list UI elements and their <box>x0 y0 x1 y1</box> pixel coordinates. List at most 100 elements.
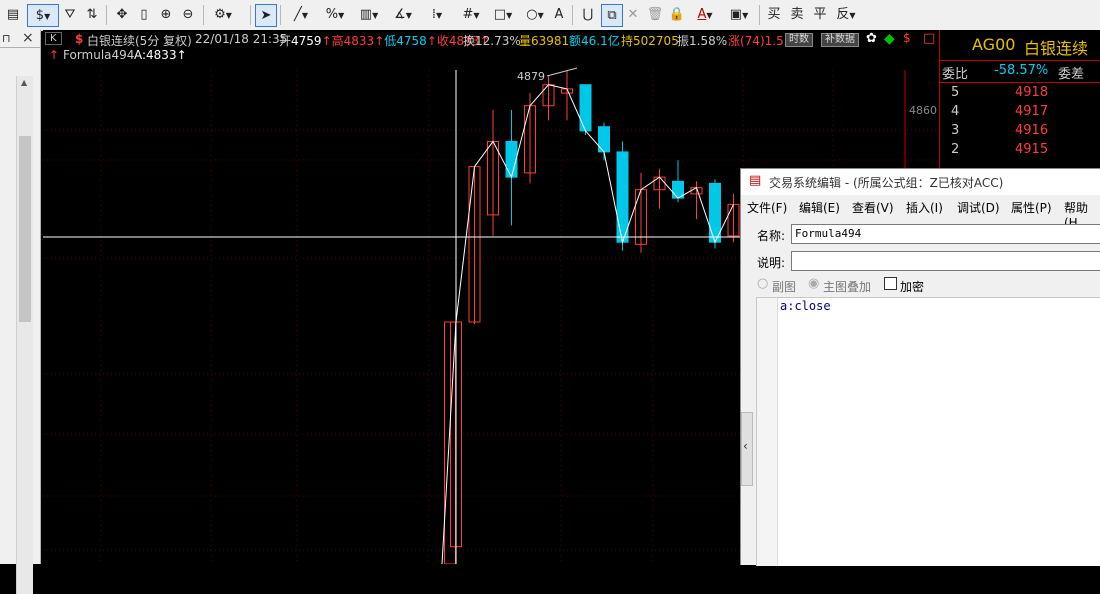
dollar-mark-icon[interactable]: $ <box>903 31 911 45</box>
ellipse-tool-button[interactable]: ○▼ <box>520 4 550 25</box>
gear-icon: ⚙ <box>214 7 226 22</box>
reverse-button[interactable]: 反▼ <box>833 4 859 25</box>
high-value: 4833 <box>343 34 375 48</box>
sort-icon[interactable]: ⇅ <box>83 4 101 25</box>
amp-label: 振 <box>677 34 690 48</box>
bar-icon[interactable]: ▯ <box>136 4 152 25</box>
separator <box>280 5 281 25</box>
name-label: 名称: <box>757 229 786 243</box>
line-tool-button[interactable]: ╱▼ <box>286 4 316 25</box>
order-level: 2 4915 <box>940 141 1100 160</box>
trash-icon[interactable]: 🗑 <box>646 4 664 25</box>
symbol-mark: $ <box>75 32 84 46</box>
grid-icon: # <box>462 7 474 22</box>
name-input[interactable]: Formula494 <box>791 224 1100 244</box>
menu-debug[interactable]: 调试(D) <box>957 199 1000 216</box>
angle-tool-button[interactable]: ∡▼ <box>388 4 418 25</box>
ohlc-info: 开4759↑高4833↑低4758↑收4833↑ <box>279 34 490 48</box>
close-label: 收 <box>436 34 449 48</box>
fib-tool-button[interactable]: ⁞▼ <box>422 4 452 25</box>
low-value: 4758 <box>396 34 427 48</box>
collapse-handle[interactable]: ‹ <box>741 412 753 486</box>
turnover-label: 换 <box>463 34 476 48</box>
chevron-down-icon: ▼ <box>225 11 232 20</box>
formula-value-text: A:4833 <box>134 48 177 62</box>
chevron-down-icon: ▼ <box>338 11 345 20</box>
settings-icon[interactable]: ✿ <box>866 31 877 46</box>
open-value: 4759 <box>291 34 322 48</box>
filter-icon[interactable]: ⛛ <box>61 4 79 25</box>
separator <box>759 5 760 25</box>
chevron-down-icon: ▼ <box>435 11 443 20</box>
level-number: 3 <box>951 123 960 138</box>
change-label: 涨 <box>728 34 741 48</box>
left-panel: ⊓ × ▲ <box>0 30 41 594</box>
toolbar: ▤ $▼ ⛛ ⇅ ✥ ▯ ⊕ ⊖ ⚙▼ ➤ ╱▼ %▼ ▥▼ ∡▼ ⁞▼ #▼ … <box>0 0 1100 31</box>
buy-button[interactable]: 买 <box>765 4 783 25</box>
low-label: 低 <box>384 34 397 48</box>
kline-toggle-button[interactable]: K <box>45 32 62 45</box>
scrollbar-thumb[interactable] <box>19 136 31 322</box>
volume-info: 量63981 <box>519 32 569 49</box>
ruler-icon: ▥ <box>359 7 373 22</box>
level-number: 5 <box>951 85 960 100</box>
radio-main-overlay[interactable]: ◉ <box>808 276 819 291</box>
candle-body <box>579 84 592 132</box>
order-level: 3 4916 <box>940 122 1100 141</box>
code-editor[interactable]: a:close <box>756 297 1100 566</box>
move-icon[interactable]: ✥ <box>112 4 132 25</box>
menu-insert[interactable]: 插入(I) <box>906 199 943 216</box>
window-icon[interactable]: □ <box>923 31 935 46</box>
description-input[interactable] <box>791 251 1100 271</box>
percent-tool-button[interactable]: %▼ <box>320 4 350 25</box>
main-overlay-label: 主图叠加 <box>823 280 872 294</box>
dollar-dropdown-button[interactable]: $▼ <box>27 4 59 27</box>
separator <box>203 5 204 25</box>
menu-property[interactable]: 属性(P) <box>1011 199 1052 216</box>
magnet-icon[interactable]: ⋃ <box>578 4 598 25</box>
menu-file[interactable]: 文件(F) <box>747 199 787 216</box>
ruler-tool-button[interactable]: ▥▼ <box>354 4 384 25</box>
text-tool-icon[interactable]: A <box>551 4 567 25</box>
chevron-up-icon[interactable]: ▲ <box>21 78 27 87</box>
line-icon: ╱ <box>294 7 302 22</box>
code-text[interactable]: a:close <box>780 299 831 313</box>
menu-view[interactable]: 查看(V) <box>852 199 894 216</box>
rect-tool-button[interactable]: □▼ <box>488 4 518 25</box>
lock-icon[interactable]: 🔒 <box>668 4 686 25</box>
close-icon[interactable]: × <box>22 30 34 46</box>
scrollbar[interactable]: ▲ <box>16 76 33 594</box>
chevron-down-icon: ▼ <box>537 11 544 20</box>
fill-data-button[interactable]: 补数据 <box>821 33 859 47</box>
cursor-icon[interactable]: ➤ <box>255 4 277 27</box>
settings-dropdown-button[interactable]: ⚙▼ <box>208 4 238 25</box>
save-dropdown-button[interactable]: ▣▼ <box>724 4 754 25</box>
dialog-titlebar[interactable]: ▤ 交易系统编辑 - (所属公式组：Z已核对ACC) <box>741 169 1100 195</box>
formula-value: A:4833↑ <box>134 48 187 62</box>
chevron-left-icon: ‹ <box>743 439 748 453</box>
menu-edit[interactable]: 编辑(E) <box>799 199 840 216</box>
dialog-title: 交易系统编辑 - (所属公式组：Z已核对ACC) <box>769 176 1004 190</box>
separator <box>572 5 573 25</box>
amount-label: 额 <box>569 34 582 48</box>
grid-tool-button[interactable]: #▼ <box>456 4 486 25</box>
up-arrow-icon: ↑ <box>49 48 60 62</box>
zoom-in-icon[interactable]: ⊕ <box>156 4 176 25</box>
pin-icon[interactable]: ⊓ <box>2 32 11 45</box>
quote-header: AG00 白银连续 <box>940 30 1100 61</box>
change-info: 涨(74)1.5 <box>728 32 784 49</box>
close-position-button[interactable]: 平 <box>811 4 829 25</box>
delete-x-icon[interactable]: ✕ <box>624 4 642 25</box>
copy-icon[interactable]: ⧉ <box>601 4 623 27</box>
time-data-button[interactable]: 时数 <box>785 33 813 47</box>
change-value: (74)1.5 <box>740 34 784 48</box>
level-number: 4 <box>951 104 960 119</box>
diamond-icon[interactable]: ◆ <box>884 31 895 47</box>
peak-label: 4879 <box>517 70 545 83</box>
report-icon[interactable]: ▤ <box>4 4 22 25</box>
sell-button[interactable]: 卖 <box>788 4 806 25</box>
encrypt-checkbox[interactable] <box>884 277 897 290</box>
text-color-button[interactable]: A▼ <box>690 4 720 25</box>
zoom-out-icon[interactable]: ⊖ <box>178 4 198 25</box>
radio-sub-chart[interactable]: ○ <box>757 276 768 291</box>
